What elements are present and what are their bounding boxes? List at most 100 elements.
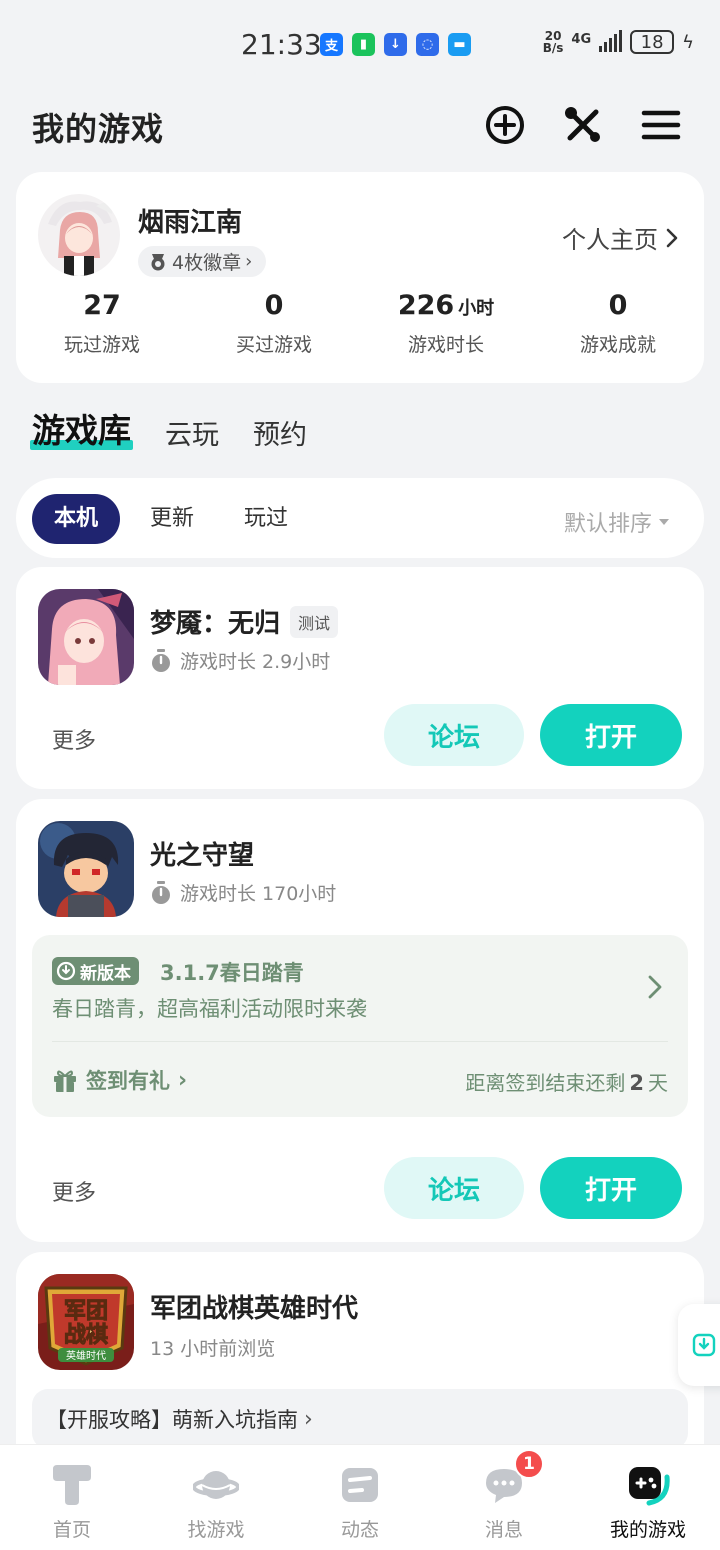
- filter-tab-updates[interactable]: 更新: [128, 494, 216, 544]
- forum-button[interactable]: 论坛: [384, 704, 524, 766]
- chevron-right-icon: ›: [178, 1067, 188, 1093]
- game-name: 光之守望: [150, 841, 255, 871]
- filter-tab-local[interactable]: 本机: [32, 494, 121, 544]
- signal-icon: [599, 30, 623, 52]
- nav-label: 首页: [52, 1519, 91, 1541]
- menu-icon[interactable]: [640, 104, 682, 146]
- guide-title: 【开服攻略】萌新入坑指南: [46, 1408, 298, 1432]
- green-app-icon: ▮: [352, 33, 375, 56]
- nav-label: 找游戏: [187, 1519, 245, 1541]
- game-icon[interactable]: 军团 战棋 英雄时代: [38, 1274, 134, 1370]
- stat-playtime[interactable]: 226 小时 游戏时长: [360, 290, 532, 357]
- game-card[interactable]: 光之守望 游戏时长 170小时 新版本 3.1.7春日踏青 春日踏青，超高福利活…: [16, 799, 704, 1242]
- stat-played[interactable]: 27 玩过游戏: [16, 290, 188, 357]
- caret-down-icon: [659, 519, 669, 525]
- checkin-link[interactable]: 签到有礼 ›: [52, 1065, 187, 1095]
- game-icon[interactable]: [38, 821, 134, 917]
- network-type: 4G: [571, 31, 592, 47]
- checkin-countdown: 距离签到结束还剩 2 天: [465, 1067, 668, 1096]
- net-speed-unit: B/s: [542, 41, 564, 55]
- countdown-suffix: 天: [648, 1071, 668, 1095]
- download-icon: [692, 1333, 716, 1357]
- guide-link[interactable]: 【开服攻略】萌新入坑指南 ›: [32, 1389, 688, 1449]
- divider: [52, 1041, 668, 1042]
- playtime-text: 游戏时长 2.9小时: [180, 651, 331, 673]
- game-name: 梦魇：无归: [150, 609, 281, 639]
- nav-feed[interactable]: 动态: [288, 1445, 432, 1550]
- chat-app-icon: ▬: [448, 33, 471, 56]
- alipay-icon: 支: [320, 33, 343, 56]
- update-panel[interactable]: 新版本 3.1.7春日踏青 春日踏青，超高福利活动限时来袭 签到有礼 › 距离签…: [32, 935, 688, 1117]
- stat-bought[interactable]: 0 买过游戏: [188, 290, 360, 357]
- nav-messages[interactable]: 1 消息: [432, 1445, 576, 1550]
- medal-icon: [151, 253, 165, 270]
- floating-download-button[interactable]: [678, 1304, 720, 1386]
- status-bar: 21:33 支 ▮ ↓ ◌ ▬ 20 B/s 4G 18 ϟ: [0, 0, 720, 88]
- stopwatch-icon: [152, 648, 170, 672]
- nav-my-games[interactable]: 我的游戏: [576, 1445, 720, 1550]
- game-icon[interactable]: [38, 589, 134, 685]
- download-app-icon: ↓: [384, 33, 407, 56]
- open-button[interactable]: 打开: [540, 1157, 682, 1219]
- tab-library[interactable]: 游戏库: [30, 404, 133, 452]
- stat-achievements[interactable]: 0 游戏成就: [532, 290, 704, 357]
- battery-level: 18: [640, 31, 664, 53]
- sort-dropdown[interactable]: 默认排序: [564, 506, 670, 538]
- game-name: 军团战棋英雄时代: [150, 1294, 359, 1324]
- game-title: 军团战棋英雄时代: [150, 1288, 358, 1325]
- avatar[interactable]: [38, 194, 120, 276]
- feed-icon: [342, 1468, 378, 1502]
- checkin-label: 签到有礼: [86, 1069, 170, 1093]
- stat-value: 0: [608, 290, 628, 321]
- sort-label: 默认排序: [563, 512, 652, 537]
- version-description: 春日踏青，超高福利活动限时来袭: [52, 997, 367, 1021]
- stat-value: 27: [83, 290, 121, 321]
- nav-find-games[interactable]: 找游戏: [144, 1445, 288, 1550]
- chevron-right-icon: ›: [245, 251, 253, 272]
- stat-unit: 小时: [458, 298, 495, 319]
- badges-chip[interactable]: 4枚徽章 ›: [138, 246, 267, 277]
- playtime: 游戏时长 2.9小时: [150, 647, 330, 674]
- version-title: 3.1.7春日踏青: [160, 961, 304, 985]
- nav-label: 动态: [340, 1519, 379, 1541]
- charging-icon: ϟ: [682, 31, 694, 53]
- more-button[interactable]: 更多: [52, 1175, 96, 1207]
- unread-badge: 1: [514, 1449, 544, 1479]
- main-tabs: 游戏库 云玩 预约: [30, 404, 307, 452]
- chevron-right-icon[interactable]: [648, 975, 662, 999]
- battery-icon: 18: [630, 30, 675, 54]
- tab-reservations[interactable]: 预约: [253, 413, 307, 452]
- playtime-text: 游戏时长 170小时: [180, 883, 337, 905]
- chevron-right-icon: ›: [304, 1406, 313, 1432]
- forum-button[interactable]: 论坛: [384, 1157, 524, 1219]
- status-time: 21:33: [241, 28, 322, 61]
- nav-label: 消息: [484, 1519, 523, 1541]
- add-icon[interactable]: [484, 104, 526, 146]
- update-icon: [56, 961, 76, 981]
- game-title: 光之守望: [150, 835, 254, 872]
- profile-stats: 27 玩过游戏 0 买过游戏 226 小时 游戏时长 0 游戏成就: [16, 290, 704, 357]
- countdown-prefix: 距离签到结束还剩: [465, 1071, 626, 1095]
- filter-tab-played[interactable]: 玩过: [222, 494, 310, 544]
- net-speed: 20 B/s: [543, 30, 564, 54]
- nav-home[interactable]: 首页: [0, 1445, 144, 1550]
- filter-bar: 本机 更新 玩过 默认排序: [16, 478, 704, 558]
- stat-label: 游戏成就: [579, 334, 656, 356]
- chevron-right-icon: [666, 228, 678, 247]
- more-button[interactable]: 更多: [52, 723, 96, 755]
- game-card[interactable]: 梦魇：无归 测试 游戏时长 2.9小时 更多 论坛 打开: [16, 567, 704, 789]
- stat-label: 玩过游戏: [63, 334, 140, 356]
- homepage-link[interactable]: 个人主页: [562, 220, 678, 255]
- username: 烟雨江南: [138, 208, 243, 238]
- tools-icon[interactable]: [562, 104, 604, 146]
- new-version-tag: 新版本: [52, 957, 139, 985]
- game-title: 梦魇：无归 测试: [150, 603, 339, 640]
- test-tag: 测试: [290, 605, 339, 638]
- browse-time: 13 小时前浏览: [150, 1338, 276, 1360]
- badges-count: 4枚徽章: [172, 252, 242, 274]
- status-right: 20 B/s 4G 18 ϟ: [543, 30, 694, 54]
- top-bar: 我的游戏: [0, 100, 720, 152]
- open-button[interactable]: 打开: [540, 704, 682, 766]
- tab-cloud-play[interactable]: 云玩: [165, 413, 219, 452]
- stopwatch-icon: [152, 880, 170, 904]
